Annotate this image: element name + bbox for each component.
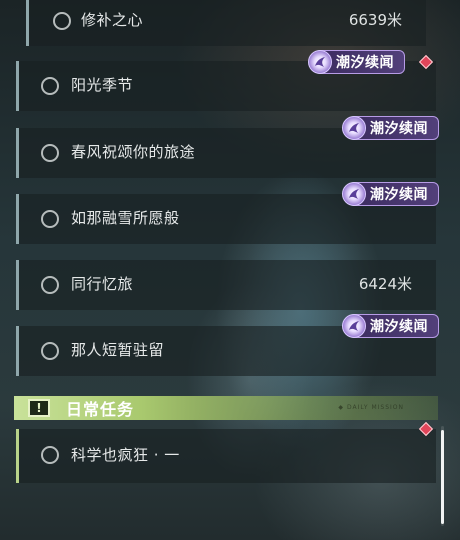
quest-status-radio[interactable] [41,144,59,162]
tide-sequel-badge: 潮汐续闻 [308,50,405,74]
quest-title: 同行忆旅 [71,275,134,293]
tide-swirl-icon [308,50,332,74]
quest-status-radio[interactable] [41,342,59,360]
quest-distance: 6639米 [348,11,402,29]
tide-sequel-badge: 潮汐续闻 [342,182,439,206]
tide-swirl-icon [342,116,366,140]
section-title: 日常任务 [66,400,135,419]
daily-quest-section-header[interactable]: ! 日常任务 ◆ DAILY MISSION [14,396,438,420]
quest-title: 那人短暂驻留 [71,341,165,359]
quest-title: 科学也疯狂 · 一 [71,446,180,464]
badge-label: 潮汐续闻 [370,121,428,137]
tide-swirl-icon [342,182,366,206]
quest-title: 阳光季节 [71,76,134,94]
quest-title: 如那融雪所愿般 [71,209,180,227]
daily-quest-row-1[interactable]: 科学也疯狂 · 一 [16,429,436,483]
section-decor-tag: ◆ DAILY MISSION [338,404,404,411]
tide-sequel-badge: 潮汐续闻 [342,116,439,140]
quest-status-radio[interactable] [41,210,59,228]
quest-status-radio[interactable] [41,276,59,294]
quest-row-1[interactable]: 修补之心 6639米 [26,0,426,46]
quest-status-radio[interactable] [53,12,71,30]
badge-label: 潮汐续闻 [370,187,428,203]
quest-status-radio[interactable] [41,77,59,95]
badge-label: 潮汐续闻 [370,319,428,335]
scrollbar-thumb[interactable] [441,430,444,524]
quest-title: 修补之心 [81,11,144,29]
exclamation-icon: ! [28,399,50,417]
quest-distance: 6424米 [358,275,412,293]
quest-title: 春风祝颂你的旅途 [71,143,196,161]
badge-label: 潮汐续闻 [336,55,394,71]
quest-status-radio[interactable] [41,446,59,464]
tide-swirl-icon [342,314,366,338]
tide-sequel-badge: 潮汐续闻 [342,314,439,338]
quest-row-5[interactable]: 同行忆旅 6424米 [16,260,436,310]
